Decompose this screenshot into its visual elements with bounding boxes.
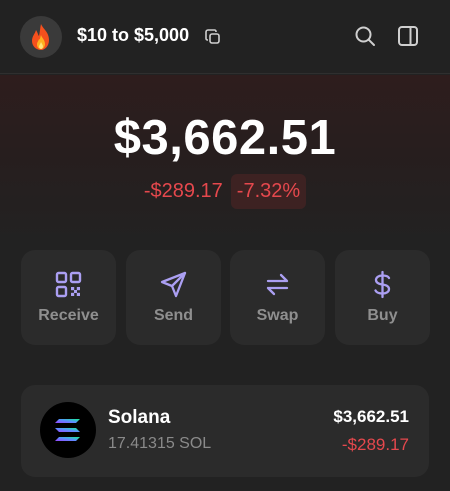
dollar-icon — [374, 270, 391, 299]
buy-button[interactable]: Buy — [335, 250, 430, 345]
sidebar-panel-icon[interactable] — [397, 25, 419, 47]
send-button[interactable]: Send — [126, 250, 221, 345]
portfolio-balance: $3,662.51 — [113, 111, 337, 165]
solana-logo-icon — [55, 419, 80, 441]
fire-emoji-icon — [32, 24, 49, 50]
change-amount: -$289.17 — [143, 180, 223, 202]
swap-arrows-icon — [266, 273, 289, 296]
portfolio-change: -$289.17 -7.32% — [0, 174, 450, 209]
wallet-name[interactable]: $10 to $5,000 — [77, 25, 189, 46]
account-avatar[interactable] — [20, 16, 62, 58]
swap-label: Swap — [256, 307, 299, 324]
change-percent-badge: -7.32% — [230, 174, 307, 209]
buy-label: Buy — [367, 307, 398, 324]
qr-code-icon — [55, 271, 82, 298]
header: $10 to $5,000 — [0, 0, 450, 74]
copy-icon[interactable] — [204, 28, 222, 46]
solana-logo — [40, 402, 96, 458]
paper-plane-icon — [160, 271, 187, 298]
token-name: Solana — [108, 407, 171, 428]
token-value: $3,662.51 — [333, 407, 409, 426]
receive-button[interactable]: Receive — [21, 250, 116, 345]
token-change: -$289.17 — [341, 435, 409, 454]
action-buttons: Receive Send Swap Buy — [21, 250, 430, 345]
token-row-solana[interactable]: Solana 17.41315 SOL $3,662.51 -$289.17 — [21, 385, 429, 477]
send-label: Send — [153, 307, 194, 324]
swap-button[interactable]: Swap — [230, 250, 325, 345]
receive-label: Receive — [38, 307, 99, 324]
search-icon[interactable] — [354, 25, 376, 47]
token-amount: 17.41315 SOL — [108, 435, 212, 452]
